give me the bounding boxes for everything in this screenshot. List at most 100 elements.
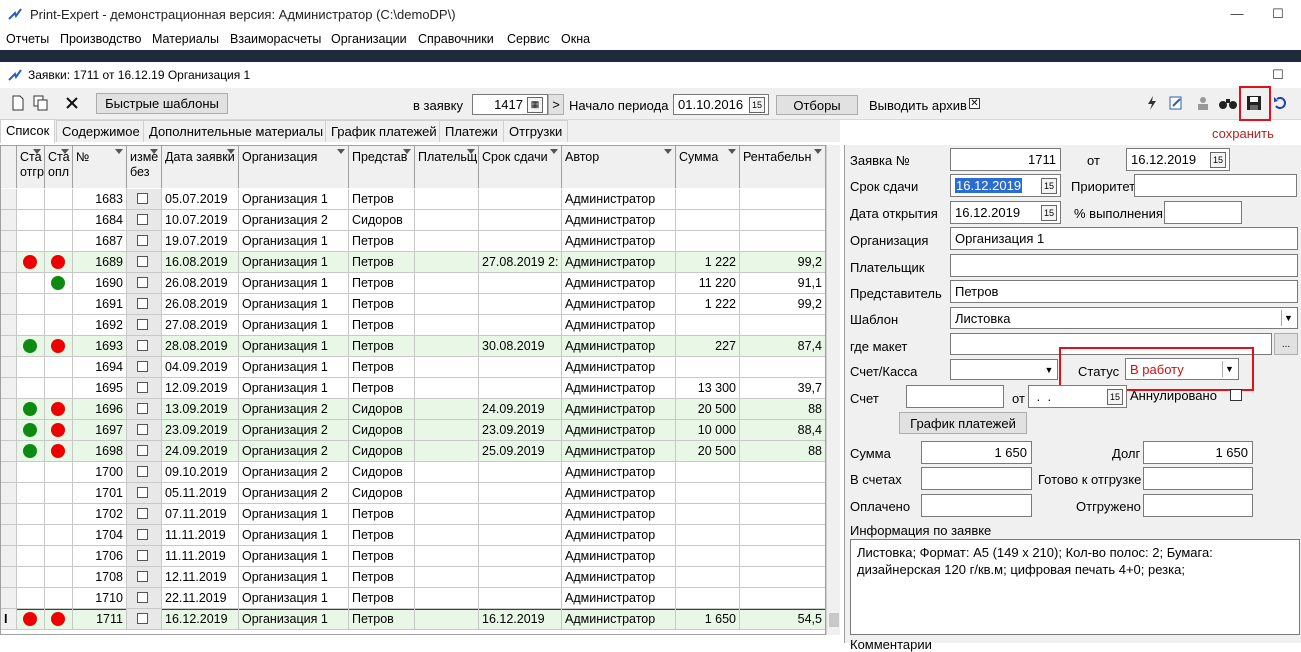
payment-status-cell[interactable]	[45, 231, 73, 252]
changed-checkbox-cell[interactable]	[127, 420, 162, 441]
table-row[interactable]: 1710 22.11.2019 Организация 1 Петров Админис…	[1, 588, 825, 609]
chevron-down-icon[interactable]: ▼	[1043, 362, 1055, 377]
cell-payer[interactable]	[415, 609, 479, 630]
cell-sum[interactable]: 13 300	[676, 378, 740, 399]
cell-rent[interactable]	[740, 189, 825, 210]
cell-sum[interactable]: 11 220	[676, 273, 740, 294]
cell-sum[interactable]: 20 500	[676, 441, 740, 462]
row-checkbox[interactable]	[137, 277, 148, 288]
changed-checkbox-cell[interactable]	[127, 588, 162, 609]
cell-due[interactable]	[479, 462, 562, 483]
quick-templates-button[interactable]: Быстрые шаблоны	[96, 93, 228, 114]
row-indicator[interactable]	[1, 210, 17, 231]
cell-rent[interactable]	[740, 462, 825, 483]
table-row[interactable]: 1683 05.07.2019 Организация 1 Петров Админис…	[1, 189, 825, 210]
sort-arrow-icon[interactable]	[61, 149, 69, 154]
cell-rent[interactable]	[740, 525, 825, 546]
changed-checkbox-cell[interactable]	[127, 189, 162, 210]
menu-service[interactable]: Сервис	[507, 32, 550, 46]
cell-date[interactable]: 05.11.2019	[162, 483, 239, 504]
info-text-area[interactable]: Листовка; Формат: А5 (149 х 210); Кол-во…	[850, 539, 1300, 635]
row-checkbox[interactable]	[137, 487, 148, 498]
table-row[interactable]: 1690 26.08.2019 Организация 1 Петров Админис…	[1, 273, 825, 294]
row-indicator[interactable]	[1, 273, 17, 294]
cell-author[interactable]: Администратор	[562, 210, 676, 231]
cell-org[interactable]: Организация 2	[239, 399, 349, 420]
percent-field[interactable]	[1164, 201, 1242, 224]
shipping-status-cell[interactable]	[17, 273, 45, 294]
due-date-field[interactable]: 16.12.2019 15	[950, 174, 1061, 197]
cell-sum[interactable]: 20 500	[676, 399, 740, 420]
payer-field[interactable]	[950, 254, 1298, 277]
cell-rep[interactable]: Сидоров	[349, 483, 415, 504]
cell-sum[interactable]: 227	[676, 336, 740, 357]
row-indicator[interactable]	[1, 336, 17, 357]
cell-author[interactable]: Администратор	[562, 315, 676, 336]
debt-field[interactable]: 1 650	[1143, 441, 1253, 464]
shipping-status-cell[interactable]	[17, 357, 45, 378]
cell-payer[interactable]	[415, 189, 479, 210]
cell-author[interactable]: Администратор	[562, 336, 676, 357]
row-indicator[interactable]	[1, 420, 17, 441]
row-indicator[interactable]	[1, 294, 17, 315]
cell-due[interactable]: 23.09.2019	[479, 420, 562, 441]
template-select[interactable]: Листовка ▼	[950, 307, 1298, 329]
cell-date[interactable]: 16.12.2019	[162, 609, 239, 630]
cell-no[interactable]: 1692	[73, 315, 127, 336]
shipping-status-cell[interactable]	[17, 210, 45, 231]
row-checkbox[interactable]	[137, 508, 148, 519]
maximize-button[interactable]: ☐	[1268, 4, 1288, 24]
row-indicator[interactable]	[1, 378, 17, 399]
cell-payer[interactable]	[415, 273, 479, 294]
header-sum[interactable]: Сумма	[676, 146, 740, 188]
cell-sum[interactable]	[676, 315, 740, 336]
payment-schedule-button[interactable]: График платежей	[899, 412, 1027, 434]
cell-due[interactable]: 30.08.2019	[479, 336, 562, 357]
cell-rep[interactable]: Сидоров	[349, 462, 415, 483]
cell-due[interactable]	[479, 567, 562, 588]
cell-rep[interactable]: Петров	[349, 588, 415, 609]
cell-date[interactable]: 11.11.2019	[162, 546, 239, 567]
cell-author[interactable]: Администратор	[562, 483, 676, 504]
cell-rep[interactable]: Петров	[349, 378, 415, 399]
cell-org[interactable]: Организация 1	[239, 525, 349, 546]
shipping-status-cell[interactable]	[17, 315, 45, 336]
sort-arrow-icon[interactable]	[33, 149, 41, 154]
cell-rent[interactable]: 88	[740, 441, 825, 462]
payment-status-cell[interactable]	[45, 273, 73, 294]
cell-payer[interactable]	[415, 336, 479, 357]
cell-rent[interactable]	[740, 315, 825, 336]
table-row[interactable]: 1698 24.09.2019 Организация 2 Сидоров 25.09.…	[1, 441, 825, 462]
cell-payer[interactable]	[415, 399, 479, 420]
cell-payer[interactable]	[415, 504, 479, 525]
shipping-status-cell[interactable]	[17, 441, 45, 462]
cell-due[interactable]: 16.12.2019	[479, 609, 562, 630]
sort-arrow-icon[interactable]	[227, 149, 235, 154]
cell-due[interactable]	[479, 315, 562, 336]
sort-arrow-icon[interactable]	[115, 149, 123, 154]
cell-due[interactable]: 25.09.2019	[479, 441, 562, 462]
cell-rent[interactable]	[740, 357, 825, 378]
browse-button[interactable]: ...	[1274, 333, 1298, 355]
cell-date[interactable]: 19.07.2019	[162, 231, 239, 252]
cell-due[interactable]	[479, 273, 562, 294]
header-order-date[interactable]: Дата заявки	[162, 146, 239, 188]
cell-rep[interactable]: Петров	[349, 252, 415, 273]
cell-author[interactable]: Администратор	[562, 294, 676, 315]
cell-author[interactable]: Администратор	[562, 231, 676, 252]
shipping-status-cell[interactable]	[17, 504, 45, 525]
row-indicator[interactable]	[1, 462, 17, 483]
minimize-button[interactable]: —	[1227, 4, 1247, 24]
cell-org[interactable]: Организация 1	[239, 609, 349, 630]
cell-sum[interactable]	[676, 210, 740, 231]
payment-status-cell[interactable]	[45, 315, 73, 336]
calculator-icon[interactable]: ▦	[527, 96, 543, 113]
cell-date[interactable]: 26.08.2019	[162, 294, 239, 315]
tab-shipments[interactable]: Отгрузки	[503, 120, 569, 142]
cell-sum[interactable]: 1 222	[676, 252, 740, 273]
child-maximize-button[interactable]: ☐	[1268, 65, 1288, 85]
cell-sum[interactable]: 1 650	[676, 609, 740, 630]
cell-author[interactable]: Администратор	[562, 378, 676, 399]
cell-no[interactable]: 1683	[73, 189, 127, 210]
payment-status-cell[interactable]	[45, 252, 73, 273]
